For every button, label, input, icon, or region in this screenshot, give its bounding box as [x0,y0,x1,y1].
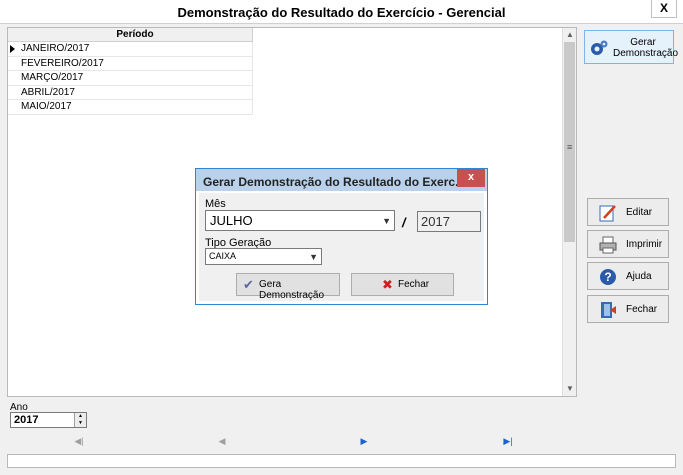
gears-icon [591,40,608,55]
action-panel: Gerar Demonstração Editar Imprimir ? Aju… [580,27,679,452]
ajuda-button[interactable]: ? Ajuda [587,262,669,290]
exit-door-icon [601,302,616,318]
scroll-down-icon[interactable]: ▼ [563,382,577,396]
ano-value: 2017 [14,414,39,426]
gera-demonstracao-button[interactable]: ✔ Gera Demonstração [236,273,340,301]
gerar-demonstracao-button[interactable]: Gerar Demonstração [584,30,679,64]
scroll-up-icon[interactable]: ▲ [563,28,577,42]
current-row-indicator-icon [10,45,15,53]
vertical-scrollbar[interactable]: ▲ ≡ ▼ [562,28,576,396]
tipo-geracao-select[interactable]: CAIXA ▼ [205,248,322,265]
cell-periodo: FEVEREIRO/2017 [21,57,104,69]
nav-prior-button[interactable]: ◀ [215,435,229,447]
cell-periodo: ABRIL/2017 [21,86,75,98]
scroll-thumb[interactable]: ≡ [564,42,575,242]
window-close-button[interactable]: X [651,0,677,18]
fechar-button[interactable]: Fechar [587,295,669,323]
gera-demonstracao-label: Gera Demonstração [259,279,325,301]
chevron-down-icon: ▼ [382,216,391,226]
ajuda-label: Ajuda [626,271,652,282]
window-title: Demonstração do Resultado do Exercício -… [177,5,506,20]
chevron-down-icon: ▼ [309,252,318,262]
imprimir-button[interactable]: Imprimir [587,230,669,258]
dialog-fechar-button[interactable]: ✖ Fechar [351,273,454,296]
status-bar [7,454,676,468]
svg-text:?: ? [604,270,611,284]
mes-label: Mês [205,198,226,210]
mes-select[interactable]: JULHO ▼ [205,210,395,231]
editar-label: Editar [626,207,653,218]
ano-field-value: 2017 [421,214,450,229]
tipo-geracao-value: CAIXA [209,251,237,261]
spin-down-icon[interactable]: ▼ [75,420,86,427]
edit-pencil-icon [599,205,616,222]
editar-button[interactable]: Editar [587,198,669,226]
dialog-title: Gerar Demonstração do Resultado do Exerc… [203,175,466,189]
ano-spin-input[interactable]: 2017 ▲ ▼ [10,412,87,428]
nav-last-button[interactable]: ▶| [501,435,515,447]
table-row[interactable]: JANEIRO/2017 [8,42,253,57]
imprimir-label: Imprimir [626,239,663,250]
cell-periodo: JANEIRO/2017 [21,43,90,54]
spin-buttons[interactable]: ▲ ▼ [74,413,86,427]
title-bar: Demonstração do Resultado do Exercício -… [0,0,683,24]
ano-field: 2017 [417,211,481,232]
nav-next-button[interactable]: ▶ [357,435,371,447]
table-row[interactable]: MARÇO/2017 [8,71,253,86]
table-row[interactable]: MAIO/2017 [8,100,253,115]
gerar-label: Gerar Demonstração [613,37,679,59]
dialog-title-bar: Gerar Demonstração do Resultado do Exerc… [196,169,487,191]
printer-icon [599,236,617,254]
nav-first-button[interactable]: ◀| [72,435,86,447]
fechar-label: Fechar [626,304,658,315]
help-icon: ? [600,269,616,285]
column-header-periodo[interactable]: Período [8,28,253,42]
dialog-close-button[interactable]: x [457,169,485,187]
spin-up-icon[interactable]: ▲ [75,413,86,420]
table-row[interactable]: ABRIL/2017 [8,85,253,100]
check-icon: ✔ [243,277,254,292]
cell-periodo: MAIO/2017 [21,101,72,112]
grid-table: Período JANEIRO/2017 FEVEREIRO/2017 MARÇ… [8,28,253,115]
dialog-body: Mês JULHO ▼ / 2017 Tipo Geração CAIXA ▼ … [199,193,484,301]
grip-icon: ≡ [567,142,573,152]
table-row[interactable]: FEVEREIRO/2017 [8,56,253,71]
dialog-fechar-label: Fechar [398,279,430,290]
mes-value: JULHO [210,213,253,228]
date-separator: / [402,215,406,230]
cell-periodo: MARÇO/2017 [21,72,84,83]
gerar-demonstracao-dialog: Gerar Demonstração do Resultado do Exerc… [195,168,488,305]
close-icon: ✖ [382,277,393,292]
record-navigator: ◀| ◀ ▶ ▶| [7,431,577,451]
